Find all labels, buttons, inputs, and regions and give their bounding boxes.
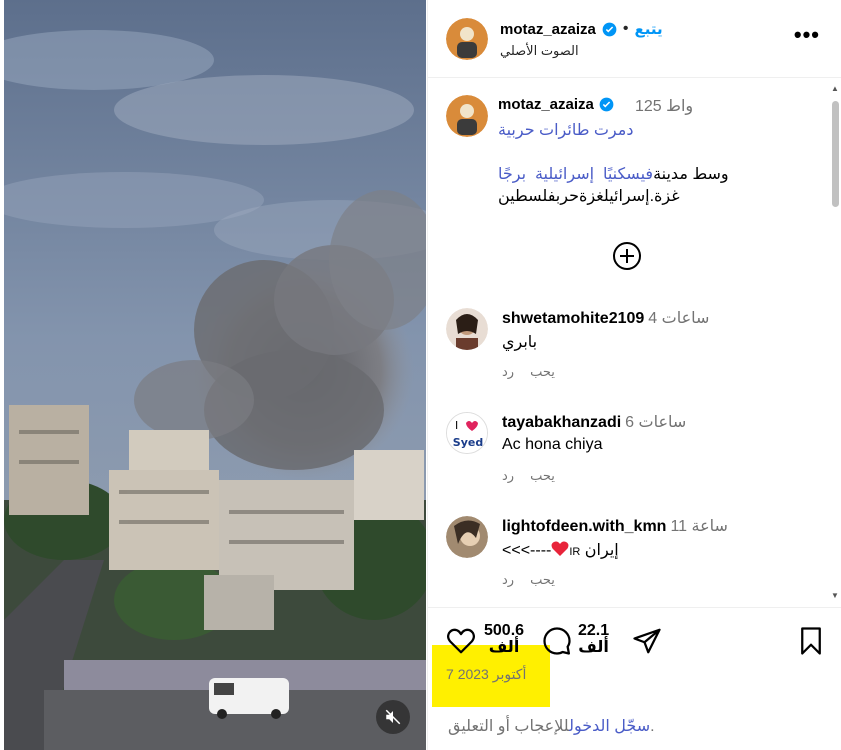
verified-badge-icon bbox=[602, 22, 617, 36]
original-audio-link[interactable]: الصوت الأصلي bbox=[500, 43, 579, 59]
commenter-avatar[interactable] bbox=[446, 516, 488, 558]
comment-like-button[interactable]: يحب bbox=[530, 364, 555, 380]
comment-like-button[interactable]: يحب bbox=[530, 468, 555, 484]
caption-tag[interactable]: برجًا bbox=[498, 166, 526, 183]
comment-like-button[interactable]: يحب bbox=[530, 572, 555, 588]
likes-count: 500.6 ألف bbox=[484, 622, 525, 656]
caption-tag[interactable]: في bbox=[641, 166, 653, 183]
comments-list[interactable]: motaz_azaiza 125 واط دمرت طائرات حربية و… bbox=[428, 79, 841, 606]
post-video[interactable] bbox=[4, 0, 426, 750]
follow-button[interactable]: يتبع bbox=[634, 20, 662, 38]
comment-flag-text: IR bbox=[569, 546, 581, 558]
comment-bubble-icon[interactable] bbox=[542, 626, 572, 656]
login-prompt: سجّل الدخولللإعجاب أو التعليق. bbox=[448, 716, 655, 736]
post-date[interactable]: 7 أكتوبر 2023 bbox=[446, 666, 526, 683]
caption-author-avatar[interactable] bbox=[446, 95, 488, 137]
caption-time: 125 واط bbox=[635, 98, 694, 115]
post-header: motaz_azaiza • يتبع الصوت الأصلي ••• bbox=[428, 0, 841, 78]
post-sidebar: motaz_azaiza • يتبع الصوت الأصلي ••• mot… bbox=[427, 0, 841, 750]
author-username[interactable]: motaz_azaiza bbox=[500, 21, 596, 38]
post-actions: 500.6 ألف 22.1 ألف 7 أكتوبر 2023 سجّل ال… bbox=[428, 607, 841, 750]
caption-body: وسط مدينةفيسكنيًا إسرائيلية برجًا غزة.إس… bbox=[498, 164, 758, 208]
comment-username[interactable]: lightofdeen.with_kmn bbox=[502, 518, 666, 535]
comment-arrow-text: <<<---- bbox=[502, 542, 552, 559]
comments-scrollbar[interactable]: ▲ ▼ bbox=[829, 79, 841, 606]
comment-item: lightofdeen.with_kmn 11 ساعة <<<---- IR إي… bbox=[446, 516, 826, 606]
comment-text: بابري bbox=[502, 334, 538, 351]
caption-tag[interactable]: إسرائيلية bbox=[535, 166, 594, 183]
verified-badge-icon bbox=[599, 97, 614, 112]
commenter-avatar[interactable] bbox=[446, 308, 488, 350]
caption-text: وسط مدينة bbox=[653, 166, 729, 183]
red-heart-icon bbox=[551, 541, 569, 556]
more-options-button[interactable]: ••• bbox=[794, 24, 820, 46]
caption-tag[interactable]: سكنيًا bbox=[603, 166, 641, 183]
comment-text: Ac hona chiya bbox=[502, 436, 603, 453]
comment-item: shwetamohite2109 4 ساعات بابري يحب رد bbox=[446, 308, 826, 398]
like-heart-icon[interactable] bbox=[446, 626, 476, 656]
scroll-down-arrow-icon[interactable]: ▼ bbox=[831, 592, 839, 600]
comment-time: 11 ساعة bbox=[670, 518, 728, 535]
volume-muted-icon bbox=[385, 709, 401, 725]
author-avatar[interactable] bbox=[446, 18, 488, 60]
caption-line: دمرت طائرات حربية bbox=[498, 122, 634, 139]
video-frame bbox=[4, 0, 426, 750]
scrollbar-thumb[interactable] bbox=[832, 101, 839, 207]
comments-count: 22.1 ألف bbox=[578, 622, 610, 656]
load-more-comments-icon[interactable] bbox=[612, 241, 642, 271]
svg-text:I: I bbox=[455, 419, 458, 432]
scroll-up-arrow-icon[interactable]: ▲ bbox=[831, 85, 839, 93]
comment-reply-button[interactable]: رد bbox=[502, 468, 514, 484]
avatar-logo-text: Syed bbox=[453, 436, 483, 449]
comment-item: I Syed tayabakhanzadi 6 ساعات Ac hona chiy… bbox=[446, 412, 826, 502]
comment-time: 4 ساعات bbox=[648, 310, 710, 327]
share-send-icon[interactable] bbox=[632, 626, 662, 656]
comment-reply-button[interactable]: رد bbox=[502, 572, 514, 588]
mute-toggle-button[interactable] bbox=[376, 700, 410, 734]
comment-text: <<<---- IR إيران bbox=[502, 540, 619, 560]
commenter-avatar[interactable]: I Syed bbox=[446, 412, 488, 454]
comment-reply-button[interactable]: رد bbox=[502, 364, 514, 380]
comment-time: 6 ساعات bbox=[625, 414, 687, 431]
comment-username[interactable]: shwetamohite2109 bbox=[502, 310, 644, 327]
caption-username[interactable]: motaz_azaiza bbox=[498, 96, 594, 113]
comment-username[interactable]: tayabakhanzadi bbox=[502, 414, 621, 431]
caption-hashtags: غزة.إسرائيلغزةحربفلسطين bbox=[498, 188, 680, 205]
save-bookmark-icon[interactable] bbox=[796, 626, 826, 656]
login-link[interactable]: سجّل الدخول bbox=[569, 718, 650, 735]
comment-word: إيران bbox=[584, 542, 619, 559]
